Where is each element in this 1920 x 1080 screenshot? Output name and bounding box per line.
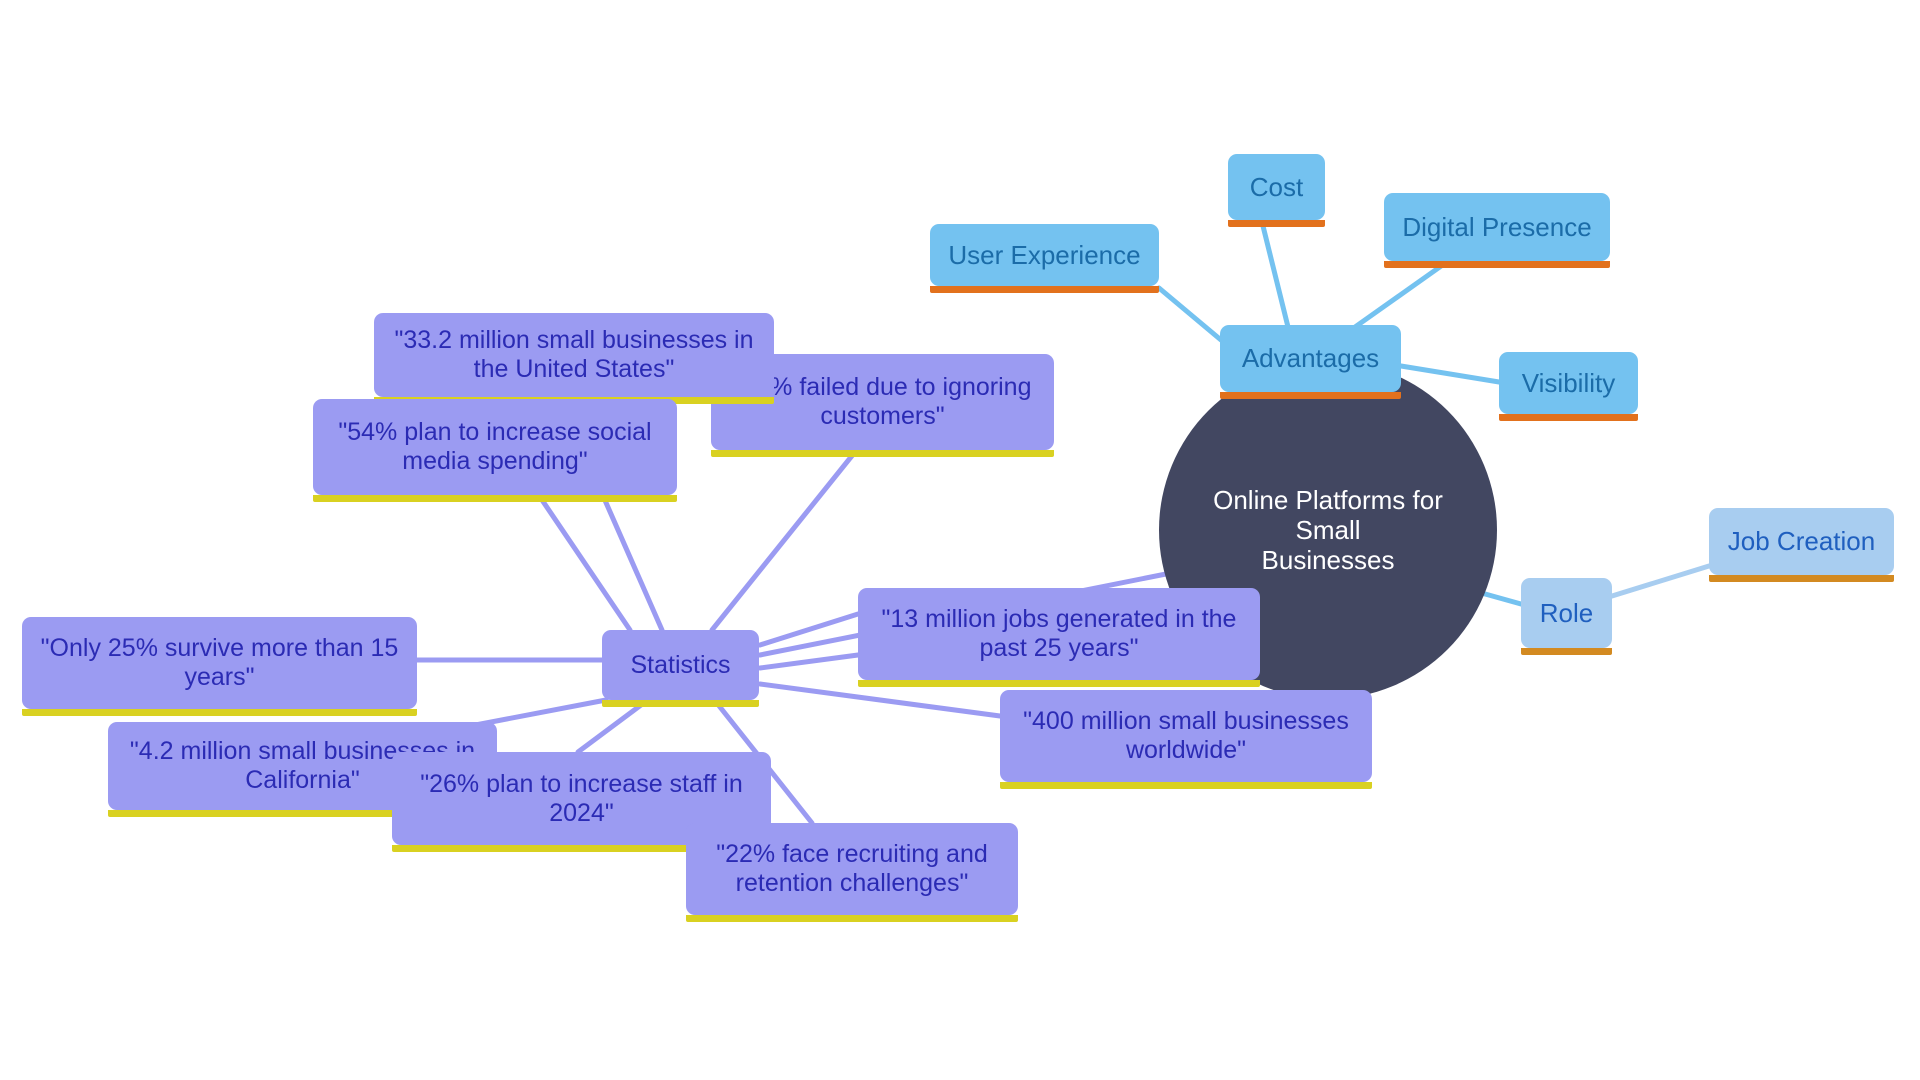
node-cost[interactable]: Cost	[1228, 154, 1325, 227]
edge-role-job-creation	[1609, 563, 1712, 599]
node-underline-visibility	[1499, 414, 1638, 421]
node-stat-33-2-million[interactable]: "33.2 million small businesses in the Un…	[374, 313, 774, 404]
node-statistics[interactable]: Statistics	[602, 630, 759, 707]
node-underline-user-experience	[930, 286, 1159, 293]
node-underline-stat-13-million-jobs	[858, 680, 1260, 687]
node-label-job-creation: Job Creation	[1727, 526, 1876, 557]
node-underline-stat-only-25-percent	[22, 709, 417, 716]
node-label-stat-26-percent-staff: "26% plan to increase staff in 2024"	[420, 769, 743, 827]
node-stat-400-million-worldwide[interactable]: "400 million small businesses worldwide"	[1000, 690, 1372, 789]
node-underline-advantages	[1220, 392, 1401, 399]
node-label-stat-400-million-worldwide: "400 million small businesses worldwide"	[1023, 707, 1349, 764]
node-user-experience[interactable]: User Experience	[930, 224, 1159, 293]
node-stat-54-percent-social[interactable]: "54% plan to increase social media spend…	[313, 399, 677, 502]
node-label-advantages: Advantages	[1241, 343, 1380, 374]
node-underline-statistics	[602, 700, 759, 707]
node-stat-22-percent-recruiting[interactable]: "22% face recruiting and retention chall…	[686, 823, 1018, 922]
root-node-label: Online Platforms for Small Businesses	[1213, 484, 1443, 576]
edge-advantages-visibility	[1398, 363, 1502, 385]
edge-statistics-54	[537, 494, 633, 633]
edge-statistics-26	[575, 699, 648, 755]
edge-statistics-400	[757, 681, 1003, 719]
edge-statistics-14	[709, 449, 858, 633]
node-label-digital-presence: Digital Presence	[1402, 211, 1592, 242]
node-label-stat-33-2-million: "33.2 million small businesses in the Un…	[394, 326, 754, 383]
edge-advantages-user-experience	[1156, 285, 1224, 343]
node-label-stat-only-25-percent: "Only 25% survive more than 15 years"	[40, 634, 399, 691]
node-underline-stat-400-million-worldwide	[1000, 782, 1372, 789]
node-stat-13-million-jobs[interactable]: "13 million jobs generated in the past 2…	[858, 588, 1260, 687]
edge-statistics-13b	[757, 652, 861, 671]
node-job-creation[interactable]: Job Creation	[1709, 508, 1894, 582]
node-label-visibility: Visibility	[1521, 367, 1616, 398]
node-digital-presence[interactable]: Digital Presence	[1384, 193, 1610, 268]
node-underline-job-creation	[1709, 575, 1894, 582]
node-label-stat-54-percent-social: "54% plan to increase social media spend…	[338, 418, 652, 475]
node-label-stat-22-percent-recruiting: "22% face recruiting and retention chall…	[716, 840, 988, 897]
node-stat-only-25-percent[interactable]: "Only 25% survive more than 15 years"	[22, 617, 417, 716]
node-underline-digital-presence	[1384, 261, 1610, 268]
node-advantages[interactable]: Advantages	[1220, 325, 1401, 399]
mindmap-canvas: Online Platforms for Small Businesses Adv…	[0, 0, 1920, 1080]
node-label-cost: Cost	[1249, 171, 1304, 202]
node-underline-cost	[1228, 220, 1325, 227]
edge-statistics-13	[757, 611, 861, 648]
node-label-role: Role	[1539, 597, 1594, 628]
node-label-user-experience: User Experience	[948, 239, 1141, 270]
node-underline-role	[1521, 648, 1612, 655]
node-underline-stat-22-percent-recruiting	[686, 915, 1018, 922]
node-visibility[interactable]: Visibility	[1499, 352, 1638, 421]
node-role[interactable]: Role	[1521, 578, 1612, 655]
node-underline-stat-54-percent-social	[313, 495, 677, 502]
node-label-stat-13-million-jobs: "13 million jobs generated in the past 2…	[881, 605, 1237, 662]
node-label-statistics: Statistics	[630, 650, 731, 679]
edge-advantages-digital-presence	[1352, 261, 1447, 330]
edge-advantages-cost	[1259, 219, 1293, 338]
node-underline-stat-14-percent-failed	[711, 450, 1054, 457]
